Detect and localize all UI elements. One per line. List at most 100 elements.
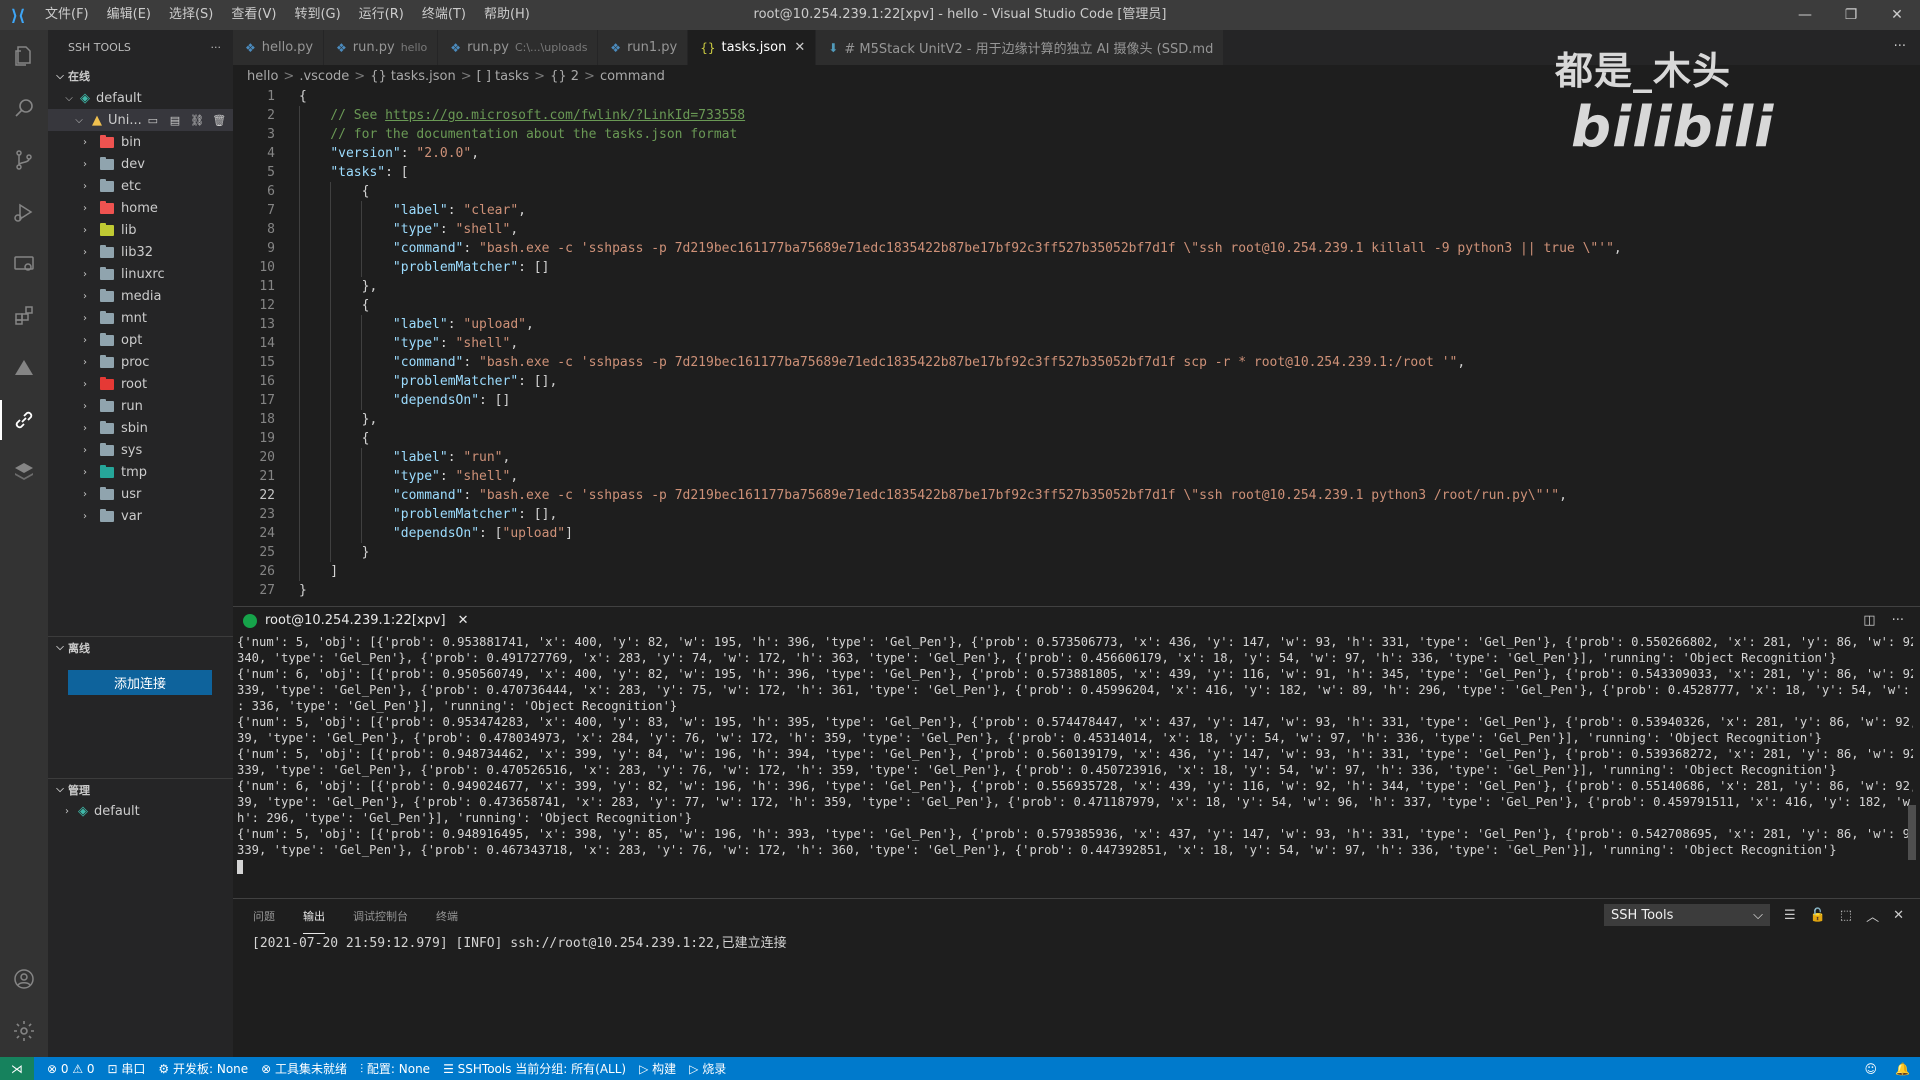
link-icon[interactable]: ⛓ xyxy=(190,114,204,127)
folder-item[interactable]: › lib xyxy=(48,219,233,241)
terminal-output[interactable]: {'num': 5, 'obj': [{'prob': 0.953881741,… xyxy=(233,634,1913,884)
minimize-button[interactable]: — xyxy=(1782,0,1828,30)
panel-tab[interactable]: 输出 xyxy=(303,899,325,934)
close-panel-icon[interactable]: ✕ xyxy=(1893,908,1904,923)
feedback-icon[interactable]: ☺ xyxy=(1865,1062,1878,1076)
folder-item[interactable]: › linuxrc xyxy=(48,263,233,285)
panel-tab[interactable]: 调试控制台 xyxy=(353,899,408,934)
notifications-bell-icon[interactable]: 🔔 xyxy=(1895,1062,1910,1076)
editor-tab[interactable]: ⬇ # M5Stack UnitV2 - 用于边缘计算的独立 AI 摄像头 (SS… xyxy=(816,30,1225,65)
search-icon[interactable] xyxy=(0,82,48,134)
breadcrumb-item[interactable]: [ ] tasks xyxy=(477,69,530,84)
maximize-panel-icon[interactable]: ︿ xyxy=(1866,906,1879,925)
sshtools-group-status[interactable]: ☰ SSHTools 当前分组: 所有(ALL) xyxy=(443,1060,626,1077)
menu-item[interactable]: 文件(F) xyxy=(36,0,98,30)
code-line: 8 "type": "shell", xyxy=(233,220,1920,239)
settings-gear-icon[interactable] xyxy=(0,1005,48,1057)
panel-tab[interactable]: 终端 xyxy=(436,899,458,934)
breadcrumb-item[interactable]: hello xyxy=(247,69,278,84)
panel-tab[interactable]: 问题 xyxy=(253,899,275,934)
online-section-header[interactable]: ⌵ 在线 xyxy=(48,65,233,87)
ssh-tools-icon[interactable] xyxy=(0,394,48,446)
burn-button[interactable]: ▷ 烧录 xyxy=(689,1060,726,1077)
terminal-scrollbar[interactable] xyxy=(1908,805,1916,860)
manage-group-default[interactable]: › ◈ default xyxy=(48,800,140,822)
folder-item[interactable]: › dev xyxy=(48,153,233,175)
offline-section-header[interactable]: ⌵ 离线 xyxy=(48,636,233,658)
board-status[interactable]: ⚙ 开发板: None xyxy=(158,1060,248,1077)
more-actions-icon[interactable]: ··· xyxy=(211,41,222,54)
breadcrumb-item[interactable]: command xyxy=(600,69,665,84)
terminal-line: 339, 'type': 'Gel_Pen'}, {'prob': 0.4705… xyxy=(237,763,1837,777)
extensions-icon[interactable] xyxy=(0,290,48,342)
chevron-right-icon: › xyxy=(83,180,87,192)
folder-item[interactable]: › media xyxy=(48,285,233,307)
folder-item[interactable]: › sbin xyxy=(48,417,233,439)
account-icon[interactable] xyxy=(0,953,48,1005)
clear-output-icon[interactable]: ☰ xyxy=(1784,908,1796,923)
editor-tab[interactable]: ❖ run.py hello xyxy=(324,30,439,65)
open-log-icon[interactable]: ⬚ xyxy=(1840,908,1852,923)
serial-port-status[interactable]: ⊡ 串口 xyxy=(108,1060,146,1077)
menu-item[interactable]: 查看(V) xyxy=(222,0,285,30)
folder-item[interactable]: › lib32 xyxy=(48,241,233,263)
terminal-icon[interactable]: ▭ xyxy=(146,114,160,127)
code-editor[interactable]: 1 {2 // See https://go.microsoft.com/fwli… xyxy=(233,87,1920,602)
menu-item[interactable]: 编辑(E) xyxy=(98,0,160,30)
lock-icon[interactable]: 🔓 xyxy=(1810,908,1826,923)
toolset-status[interactable]: ⊗ 工具集未就绪 xyxy=(261,1060,347,1077)
tree-host[interactable]: ⌵ ▲ Uni... ▭ ▤ ⛓ 🗑 xyxy=(48,109,233,131)
close-tab-icon[interactable]: ✕ xyxy=(794,40,805,55)
run-debug-icon[interactable] xyxy=(0,186,48,238)
folder-item[interactable]: › var xyxy=(48,505,233,527)
restore-button[interactable]: ❐ xyxy=(1828,0,1874,30)
manage-section-header[interactable]: ⌵ 管理 xyxy=(48,778,233,800)
tree-group-default[interactable]: ⌵ ◈ default xyxy=(48,87,233,109)
folder-item[interactable]: › mnt xyxy=(48,307,233,329)
source-control-icon[interactable] xyxy=(0,134,48,186)
editor-tab[interactable]: ❖ hello.py xyxy=(233,30,325,65)
close-window-button[interactable]: ✕ xyxy=(1874,0,1920,30)
cloud-icon[interactable] xyxy=(0,342,48,394)
vscode-logo-icon[interactable]: ⟩⟨ xyxy=(0,0,36,30)
terminal-line: {'num': 5, 'obj': [{'prob': 0.953474283,… xyxy=(237,715,1913,729)
menu-item[interactable]: 转到(G) xyxy=(285,0,349,30)
folder-item[interactable]: › root xyxy=(48,373,233,395)
config-status[interactable]: ⫶ 配置: None xyxy=(360,1060,430,1077)
delete-icon[interactable]: 🗑 xyxy=(212,114,226,127)
editor-tab[interactable]: ❖ run.py C:\...\uploads xyxy=(438,30,599,65)
code-line: 12 { xyxy=(233,296,1920,315)
menu-item[interactable]: 运行(R) xyxy=(350,0,413,30)
more-actions-icon[interactable]: ··· xyxy=(1892,613,1904,628)
layers-icon[interactable] xyxy=(0,446,48,498)
remote-explorer-icon[interactable] xyxy=(0,238,48,290)
folder-item[interactable]: › etc xyxy=(48,175,233,197)
output-channel-select[interactable]: SSH Tools ⌵ xyxy=(1603,904,1770,926)
folder-item[interactable]: › tmp xyxy=(48,461,233,483)
build-button[interactable]: ▷ 构建 xyxy=(639,1060,676,1077)
menu-item[interactable]: 选择(S) xyxy=(160,0,222,30)
add-connection-button[interactable]: 添加连接 xyxy=(68,670,212,695)
menu-item[interactable]: 帮助(H) xyxy=(475,0,539,30)
folder-item[interactable]: › usr xyxy=(48,483,233,505)
explorer-icon[interactable] xyxy=(0,30,48,82)
editor-tab[interactable]: ❖ run1.py xyxy=(598,30,689,65)
chevron-down-icon: ⌵ xyxy=(56,784,64,795)
menu-item[interactable]: 终端(T) xyxy=(413,0,475,30)
remote-icon[interactable]: ⋊ xyxy=(0,1057,34,1080)
folder-item[interactable]: › opt xyxy=(48,329,233,351)
upload-icon[interactable]: ▤ xyxy=(168,114,182,127)
folder-item[interactable]: › run xyxy=(48,395,233,417)
breadcrumb-item[interactable]: {} tasks.json xyxy=(370,69,456,84)
folder-item[interactable]: › bin xyxy=(48,131,233,153)
breadcrumb-item[interactable]: .vscode xyxy=(299,69,349,84)
close-icon[interactable]: ✕ xyxy=(458,613,469,628)
editor-tab[interactable]: {} tasks.json ✕ xyxy=(688,30,817,65)
breadcrumb-item[interactable]: {} 2 xyxy=(550,69,579,84)
split-editor-icon[interactable]: ◫ xyxy=(1863,613,1875,628)
problems-status[interactable]: ⊗ 0 ⚠ 0 xyxy=(47,1062,95,1076)
terminal-tab[interactable]: root@10.254.239.1:22[xpv] ✕ xyxy=(243,613,469,628)
folder-item[interactable]: › home xyxy=(48,197,233,219)
folder-item[interactable]: › proc xyxy=(48,351,233,373)
folder-item[interactable]: › sys xyxy=(48,439,233,461)
